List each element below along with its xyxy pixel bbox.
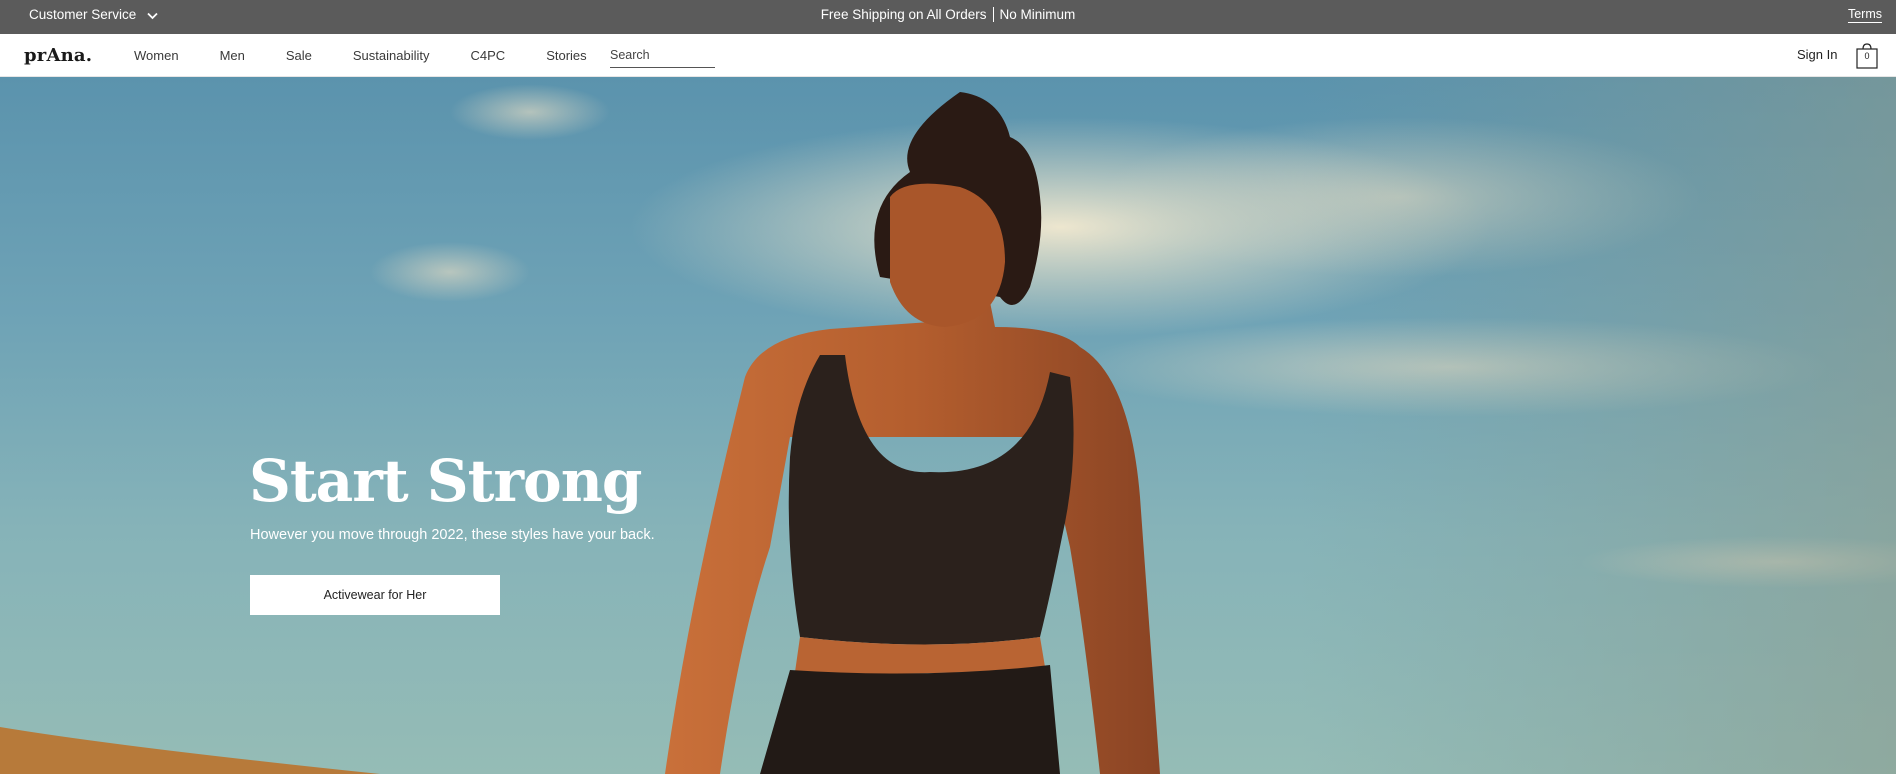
site-header: prAna. Women Men Sale Sustainability C4P… (0, 34, 1896, 77)
nav-item-c4pc[interactable]: C4PC (471, 48, 506, 63)
activewear-for-her-button[interactable]: Activewear for Her (250, 575, 500, 615)
hero-subtitle: However you move through 2022, these sty… (250, 527, 655, 543)
shipping-text: Free Shipping on All Orders (820, 6, 987, 22)
cloud (370, 242, 530, 302)
shipping-divider (992, 6, 994, 22)
logo-text: prAna (24, 45, 86, 66)
hero-banner: Start Strong However you move through 20… (0, 77, 1896, 774)
haze (1300, 77, 1896, 774)
chevron-down-icon (147, 12, 158, 20)
hero-image (0, 77, 1896, 774)
logo[interactable]: prAna. (24, 45, 92, 66)
nav-item-stories[interactable]: Stories (546, 48, 586, 63)
terms-link[interactable]: Terms (1848, 0, 1882, 28)
customer-service-dropdown[interactable]: Customer Service (29, 0, 158, 28)
shipping-minimum-text: No Minimum (999, 6, 1076, 22)
shipping-message: Free Shipping on All Orders No Minimum (0, 0, 1896, 28)
search-input[interactable] (610, 45, 715, 68)
cart-button[interactable]: 0 (1856, 42, 1878, 70)
sand-dune (0, 727, 380, 774)
logo-dot: . (85, 45, 93, 66)
customer-service-label: Customer Service (29, 6, 137, 22)
hero-title: Start Strong (249, 447, 642, 515)
promo-bar: Customer Service Free Shipping on All Or… (0, 0, 1896, 34)
main-nav: Women Men Sale Sustainability C4PC Stori… (134, 34, 628, 76)
sign-in-link[interactable]: Sign In (1797, 47, 1837, 62)
nav-item-men[interactable]: Men (220, 48, 245, 63)
nav-item-sustainability[interactable]: Sustainability (353, 48, 430, 63)
cloud (450, 84, 610, 140)
nav-item-sale[interactable]: Sale (286, 48, 312, 63)
nav-item-women[interactable]: Women (134, 48, 179, 63)
cart-count: 0 (1864, 51, 1870, 61)
